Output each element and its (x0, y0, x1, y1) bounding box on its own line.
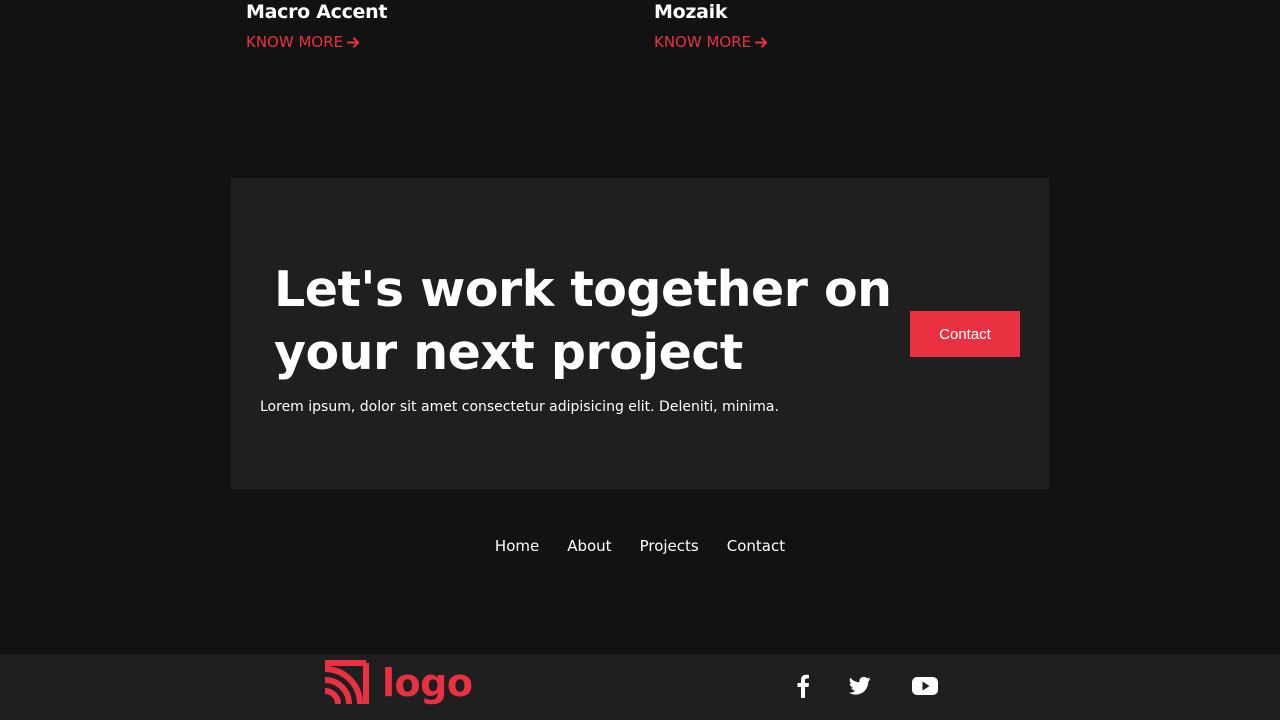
bottom-bar: logo (0, 654, 1280, 720)
footer-nav: Home About Projects Contact (0, 535, 1280, 557)
footer-nav-about[interactable]: About (567, 535, 611, 557)
know-more-label: KNOW MORE (246, 33, 344, 51)
project-card-mozaik: Mozaik KNOW MORE (654, 0, 768, 52)
page: Macro Accent KNOW MORE Mozaik KNOW MORE … (0, 0, 1280, 720)
footer-nav-contact[interactable]: Contact (727, 535, 785, 557)
cta-text: Lorem ipsum, dolor sit amet consectetur … (260, 399, 779, 415)
know-more-label: KNOW MORE (654, 33, 752, 51)
facebook-icon[interactable] (796, 674, 810, 698)
project-card-macro-accent: Macro Accent KNOW MORE (246, 0, 387, 52)
footer-nav-projects[interactable]: Projects (640, 535, 699, 557)
youtube-icon[interactable] (912, 676, 938, 696)
project-title: Macro Accent (246, 1, 388, 23)
social-links (0, 674, 1280, 700)
project-title: Mozaik (654, 1, 728, 23)
know-more-link[interactable]: KNOW MORE (246, 32, 360, 52)
contact-button[interactable]: Contact (910, 311, 1020, 357)
arrow-right-icon (755, 36, 768, 48)
twitter-icon[interactable] (849, 676, 871, 696)
arrow-right-icon (347, 36, 360, 48)
cta-title: Let's work together on your next project (274, 261, 892, 381)
know-more-link[interactable]: KNOW MORE (654, 32, 768, 52)
cta-section: Let's work together on your next project… (231, 178, 1049, 489)
footer-nav-home[interactable]: Home (495, 535, 539, 557)
